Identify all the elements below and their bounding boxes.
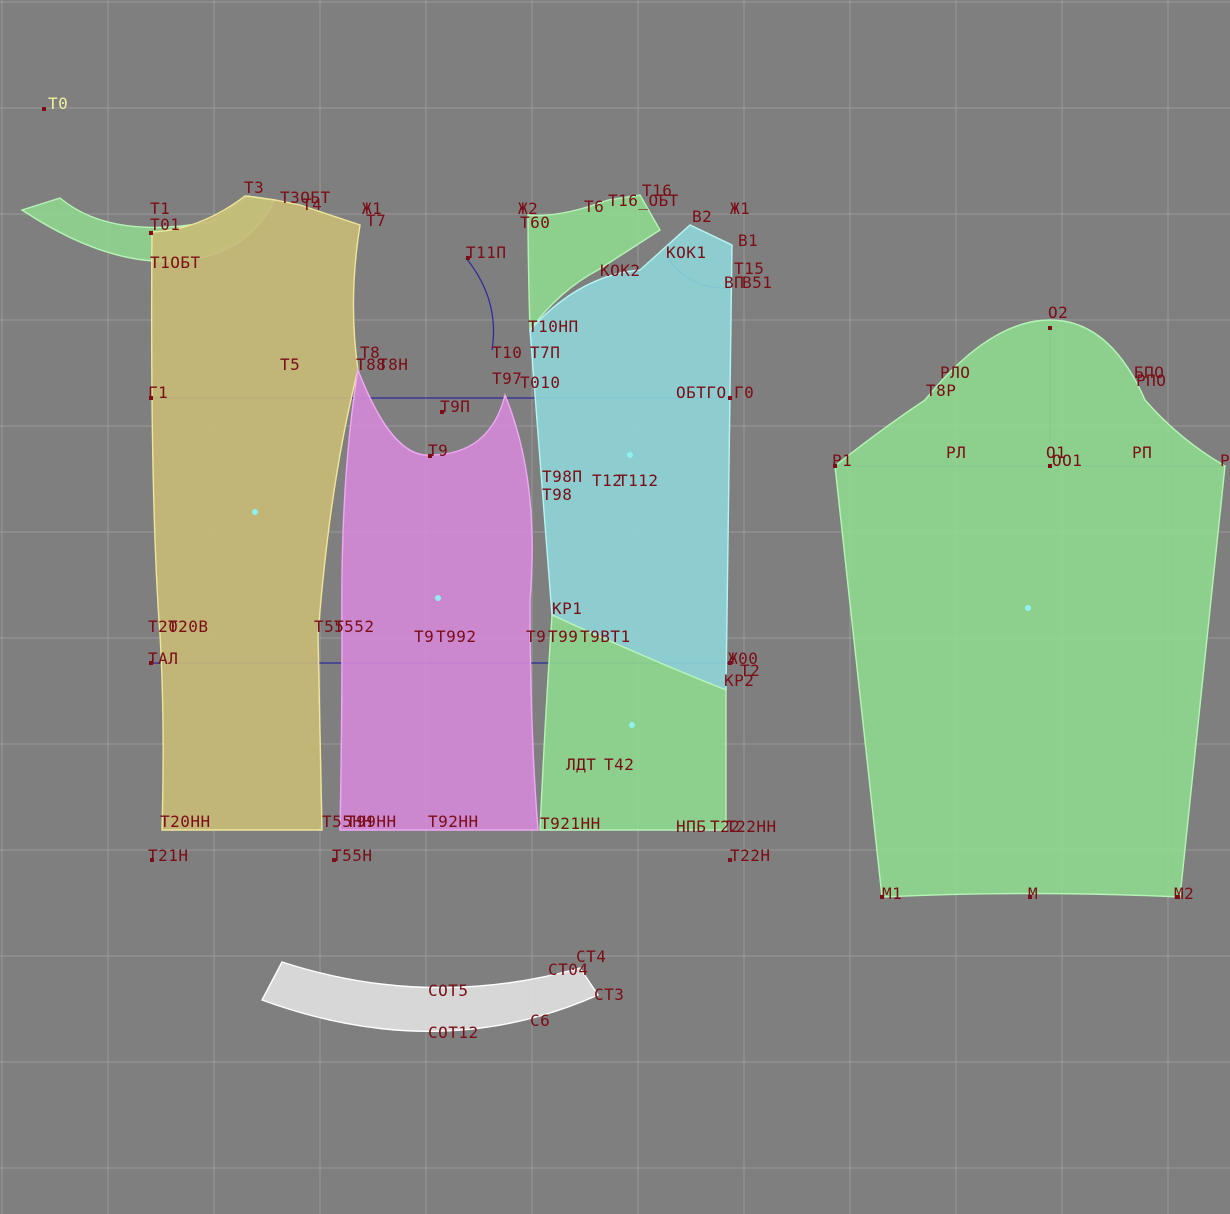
point-label: T4 xyxy=(302,195,322,214)
point-label: T010 xyxy=(520,373,561,392)
point-label: T20В xyxy=(168,617,209,636)
point-label: Г0 xyxy=(734,383,754,402)
point-label: T16_ОБТ xyxy=(608,191,679,210)
point-label: T9 xyxy=(526,627,546,646)
point-label: T98 xyxy=(542,485,572,504)
point-label: В51 xyxy=(742,273,772,292)
point-label: T9ВТ1 xyxy=(580,627,631,646)
point-label: T42 xyxy=(604,755,634,774)
point-label: T10НП xyxy=(528,317,579,336)
point-label: ОБТГО xyxy=(676,383,727,402)
point-label: СОТ12 xyxy=(428,1023,479,1042)
point-label: T992 xyxy=(436,627,477,646)
point-label: T9П xyxy=(440,397,470,416)
point-label: T8Р xyxy=(926,381,956,400)
point-label: T552 xyxy=(334,617,375,636)
point-label: СОТ5 xyxy=(428,981,469,1000)
point-label: T99НН xyxy=(346,812,397,831)
point-label: T11П xyxy=(466,243,507,262)
point-label: ОО1 xyxy=(1052,451,1082,470)
pattern-canvas[interactable]: T0 T3 T3ОБТ T4 Ж1 T7 T1 T01 T1ОБТ T5 T8 … xyxy=(0,0,1230,1214)
point-label: T22Н xyxy=(730,846,771,865)
point-label: T5 xyxy=(280,355,300,374)
point-label: T921НН xyxy=(540,814,601,833)
point-label: Ж1 xyxy=(730,199,750,218)
point-label: КР1 xyxy=(552,599,582,618)
point-label: T7П xyxy=(530,343,560,362)
point-label: T20НН xyxy=(160,812,211,831)
point-label: T21Н xyxy=(148,846,189,865)
point-label: T55Н xyxy=(332,846,373,865)
point-label: КОК2 xyxy=(600,261,641,280)
point-label: РЛ xyxy=(946,443,966,462)
point-label: В2 xyxy=(692,207,712,226)
point-label: T9 xyxy=(414,627,434,646)
point-label: T112 xyxy=(618,471,659,490)
point-label: Р xyxy=(1220,451,1230,470)
point-label: М2 xyxy=(1174,884,1194,903)
point-label: T10 xyxy=(492,343,522,362)
point-label: КР2 xyxy=(724,671,754,690)
point-label: T7 xyxy=(366,211,386,230)
point-label: РП xyxy=(1132,443,1152,462)
point-label: О2 xyxy=(1048,303,1068,322)
point-label: НПБ xyxy=(676,817,706,836)
point-label: С6 xyxy=(530,1011,550,1030)
point-label: T60 xyxy=(520,213,550,232)
point-label: СТ3 xyxy=(594,985,624,1004)
point-label: T8Н xyxy=(378,355,408,374)
point-label: T3 xyxy=(244,178,264,197)
point-label: М xyxy=(1028,884,1038,903)
point-label: T22 xyxy=(710,817,740,836)
point-label: T01 xyxy=(150,215,180,234)
point-label: СТ04 xyxy=(548,960,589,979)
point-label: T6 xyxy=(584,197,604,216)
point-label: T98П xyxy=(542,467,583,486)
origin-label: T0 xyxy=(48,94,68,113)
point-label: ЛДТ xyxy=(566,755,596,774)
point-label: РЛО xyxy=(940,363,970,382)
point-label: T92НН xyxy=(428,812,479,831)
point-label: РПО xyxy=(1136,371,1166,390)
point-label: T99 xyxy=(548,627,578,646)
point-label: TАЛ xyxy=(148,649,178,668)
point-label: М1 xyxy=(882,884,902,903)
point-label: T1ОБТ xyxy=(150,253,201,272)
point-label: T97 xyxy=(492,369,522,388)
point-label: В1 xyxy=(738,231,758,250)
point-label: КОК1 xyxy=(666,243,707,262)
